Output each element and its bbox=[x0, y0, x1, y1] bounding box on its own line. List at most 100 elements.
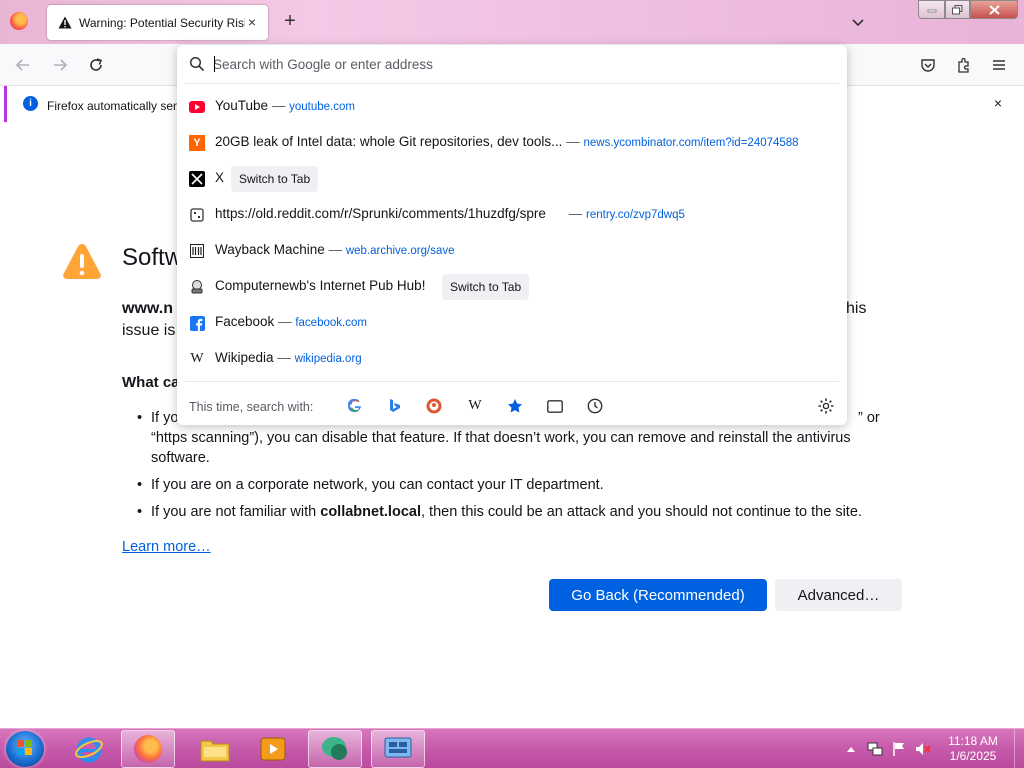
restore-button[interactable] bbox=[945, 0, 970, 19]
result-title: Facebook bbox=[215, 314, 275, 329]
tabs-icon[interactable] bbox=[545, 397, 565, 415]
learn-more-link[interactable]: Learn more… bbox=[122, 539, 211, 555]
bullet3-post: , then this could be an attack and you s… bbox=[420, 504, 862, 520]
result-dash: — bbox=[271, 98, 286, 113]
switch-to-tab-button[interactable]: Switch to Tab bbox=[442, 274, 530, 300]
menu-hamburger-icon[interactable] bbox=[988, 54, 1010, 76]
divider bbox=[185, 83, 839, 84]
result-title: 20GB leak of Intel data: whole Git repos… bbox=[215, 134, 563, 149]
search-icon bbox=[189, 56, 205, 72]
url-result-wikipedia[interactable]: W Wikipedia — wikipedia.org bbox=[177, 341, 847, 377]
result-url: rentry.co/zvp7dwq5 bbox=[586, 209, 685, 221]
pocket-icon[interactable] bbox=[917, 54, 939, 76]
result-url: facebook.com bbox=[295, 317, 367, 329]
warning-triangle-icon bbox=[62, 242, 102, 282]
network-icon[interactable] bbox=[867, 741, 883, 757]
tab-title: Warning: Potential Security Risk bbox=[79, 15, 245, 30]
url-result-pubhub[interactable]: Computernewb's Internet Pub Hub! Switch … bbox=[177, 269, 847, 305]
switch-to-tab-button[interactable]: Switch to Tab bbox=[231, 166, 319, 192]
bookmarks-star-icon[interactable] bbox=[505, 397, 525, 415]
start-button[interactable] bbox=[6, 731, 44, 767]
result-title: YouTube bbox=[215, 98, 269, 113]
result-url: web.archive.org/save bbox=[345, 245, 455, 257]
result-url: youtube.com bbox=[289, 101, 355, 113]
result-dash: — bbox=[566, 134, 580, 149]
back-button[interactable] bbox=[12, 54, 34, 76]
result-dash: — bbox=[277, 350, 291, 365]
bullet3-host: collabnet.local bbox=[320, 504, 421, 520]
result-title: X bbox=[215, 170, 225, 185]
text-caret bbox=[214, 56, 215, 72]
go-back-button[interactable]: Go Back (Recommended) bbox=[549, 579, 767, 611]
advanced-button[interactable]: Advanced… bbox=[775, 579, 902, 611]
urlbar-dropdown: YouTube — youtube.com Y 20GB leak of Int… bbox=[177, 45, 847, 425]
x-icon bbox=[189, 171, 205, 187]
wikipedia-icon[interactable]: W bbox=[465, 397, 485, 415]
taskbar: 11:18 AM 1/6/2025 bbox=[0, 728, 1024, 768]
lead-text-line2: issue is bbox=[122, 322, 176, 339]
address-input[interactable] bbox=[213, 53, 833, 75]
forward-button[interactable] bbox=[49, 54, 71, 76]
duckduckgo-icon[interactable] bbox=[424, 397, 444, 415]
tab-security-warning[interactable]: Warning: Potential Security Risk × bbox=[47, 5, 268, 40]
file-explorer-icon[interactable] bbox=[188, 730, 242, 768]
bullet1-end: ” or bbox=[858, 410, 880, 426]
page-title: Softw bbox=[122, 244, 183, 271]
notification-text: Firefox automatically sen bbox=[47, 99, 180, 113]
clock-time: 11:18 AM bbox=[948, 734, 998, 748]
action-center-flag-icon[interactable] bbox=[891, 741, 907, 757]
info-icon: i bbox=[23, 96, 38, 111]
list-item: If you are on a corporate network, you c… bbox=[137, 475, 901, 495]
result-dash: — bbox=[278, 314, 292, 329]
minimize-button[interactable] bbox=[918, 0, 945, 19]
youtube-icon bbox=[189, 99, 205, 115]
history-icon[interactable] bbox=[585, 397, 605, 415]
result-title: Wayback Machine bbox=[215, 242, 325, 257]
generic-page-icon bbox=[189, 207, 205, 223]
clock-date: 1/6/2025 bbox=[949, 749, 997, 763]
url-result-reddit[interactable]: https://old.reddit.com/r/Sprunki/comment… bbox=[177, 197, 847, 233]
control-panel-icon[interactable] bbox=[371, 730, 425, 768]
google-icon[interactable] bbox=[345, 397, 365, 415]
chevron-down-icon[interactable] bbox=[848, 12, 868, 32]
tab-strip: Warning: Potential Security Risk × + bbox=[0, 0, 1024, 44]
new-tab-button[interactable]: + bbox=[280, 10, 300, 34]
result-url: wikipedia.org bbox=[294, 353, 362, 365]
notification-close-icon[interactable]: × bbox=[990, 95, 1006, 111]
url-result-x[interactable]: X Switch to Tab bbox=[177, 161, 847, 197]
divider bbox=[185, 381, 839, 382]
wayback-icon bbox=[189, 243, 205, 259]
wikipedia-icon: W bbox=[190, 351, 204, 366]
clock[interactable]: 11:18 AM 1/6/2025 bbox=[940, 734, 1006, 764]
ycombinator-icon: Y bbox=[189, 135, 205, 151]
pub-hub-icon bbox=[189, 279, 205, 295]
show-hidden-icons-icon[interactable] bbox=[843, 741, 859, 757]
warning-icon bbox=[57, 15, 73, 31]
bullet1-start: If yo bbox=[151, 410, 179, 426]
result-title: Computernewb's Internet Pub Hub! bbox=[215, 278, 426, 293]
system-tray bbox=[843, 729, 939, 768]
url-result-hackernews[interactable]: Y 20GB leak of Intel data: whole Git rep… bbox=[177, 125, 847, 161]
reload-button[interactable] bbox=[85, 54, 107, 76]
tab-close-icon[interactable]: × bbox=[244, 14, 260, 30]
media-player-icon[interactable] bbox=[246, 730, 300, 768]
result-dash: — bbox=[328, 242, 343, 257]
volume-muted-icon[interactable] bbox=[915, 741, 931, 757]
lead-text-end: his bbox=[846, 300, 867, 317]
firefox-logo-icon[interactable] bbox=[10, 12, 28, 30]
internet-explorer-icon[interactable] bbox=[62, 730, 116, 768]
show-desktop-button[interactable] bbox=[1014, 729, 1024, 768]
list-item: If you are not familiar with collabnet.l… bbox=[137, 502, 901, 522]
window-close-button[interactable] bbox=[970, 0, 1018, 19]
url-result-facebook[interactable]: Facebook — facebook.com bbox=[177, 305, 847, 341]
url-result-youtube[interactable]: YouTube — youtube.com bbox=[177, 89, 847, 125]
extensions-icon[interactable] bbox=[953, 54, 975, 76]
result-dash: — bbox=[568, 206, 583, 221]
bing-icon[interactable] bbox=[385, 397, 405, 415]
url-result-wayback[interactable]: Wayback Machine — web.archive.org/save bbox=[177, 233, 847, 269]
gear-icon[interactable] bbox=[817, 397, 835, 415]
oneoff-search-label: This time, search with: bbox=[189, 400, 314, 414]
bullet3-pre: If you are not familiar with bbox=[151, 504, 321, 520]
firefox-taskbar-icon[interactable] bbox=[121, 730, 175, 768]
chat-app-icon[interactable] bbox=[308, 730, 362, 768]
